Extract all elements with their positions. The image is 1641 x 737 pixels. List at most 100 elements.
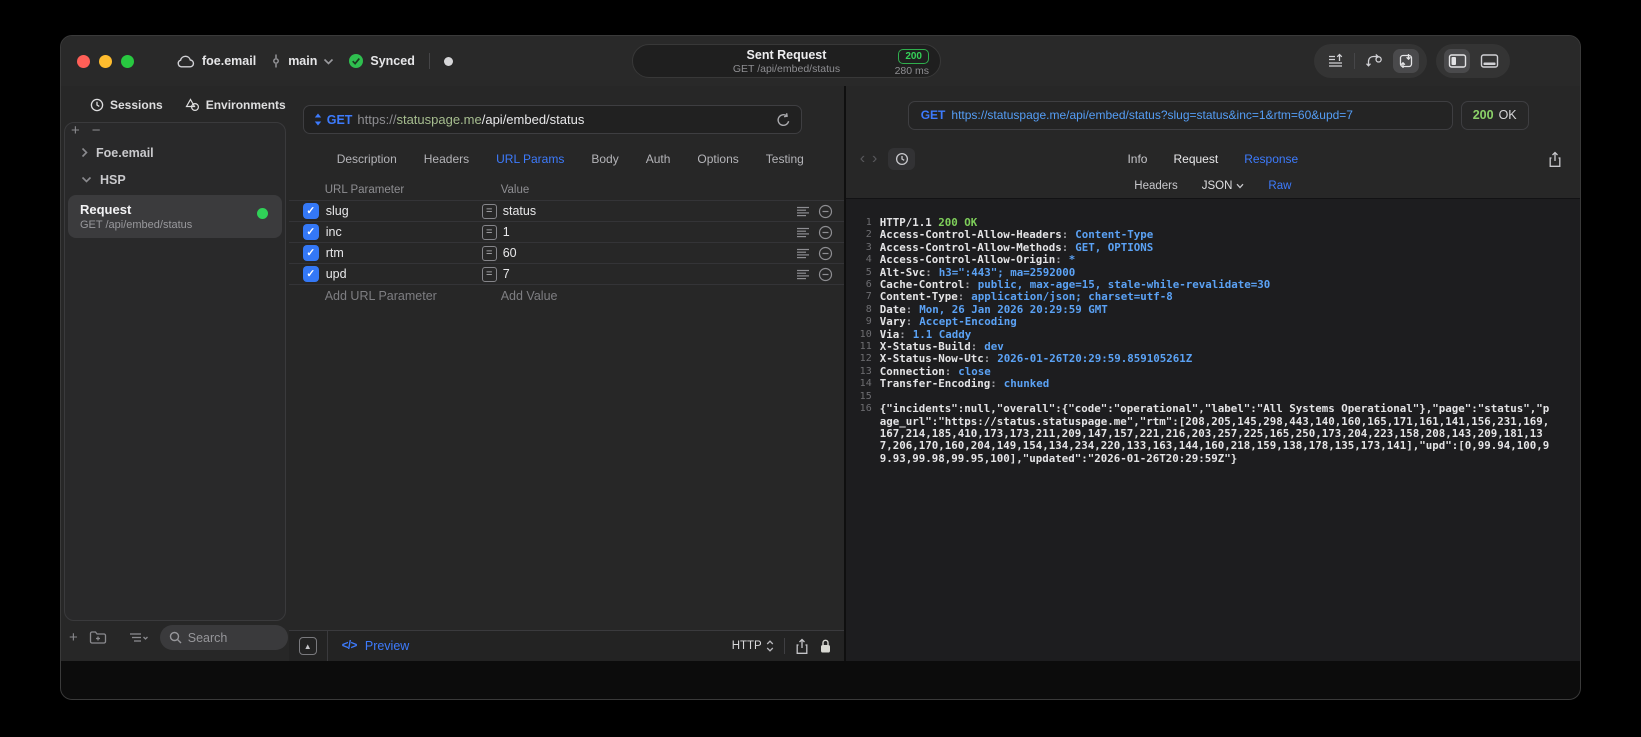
- tab-body[interactable]: Body: [591, 152, 618, 166]
- activity-pill[interactable]: Sent Request GET /api/embed/status 200 2…: [632, 44, 941, 78]
- tab-request[interactable]: Request: [1173, 152, 1218, 166]
- add-value[interactable]: Add Value: [501, 289, 558, 303]
- footer-divider: [326, 631, 328, 661]
- tree-item-foe-email[interactable]: Foe.email: [65, 139, 285, 166]
- add-url-parameter[interactable]: Add URL Parameter: [325, 289, 501, 303]
- zoom-window-button[interactable]: [121, 54, 134, 68]
- history-button[interactable]: [888, 148, 916, 170]
- toggle-bottom-panel-button[interactable]: [1476, 49, 1502, 73]
- header-name: X-Status-Build: [880, 340, 978, 353]
- param-name[interactable]: slug: [326, 204, 482, 218]
- param-checkbox[interactable]: ✓: [302, 224, 319, 240]
- send-queue-button[interactable]: [1322, 49, 1348, 73]
- tab-auth[interactable]: Auth: [646, 152, 671, 166]
- remove-item-button[interactable]: −: [92, 122, 101, 139]
- equals-icon[interactable]: =: [481, 245, 497, 261]
- sort-filter-button[interactable]: [129, 632, 149, 644]
- tab-options[interactable]: Options: [697, 152, 738, 166]
- sidebar-tabs: Sessions Environments: [64, 98, 286, 112]
- remove-param-icon[interactable]: [818, 225, 833, 240]
- sync-status[interactable]: Synced: [348, 53, 415, 69]
- request-url-bar[interactable]: GET https://statuspage.me/api/embed/stat…: [302, 105, 802, 134]
- param-value[interactable]: 60: [503, 246, 517, 260]
- equals-icon[interactable]: =: [481, 203, 497, 219]
- header-value: public, max-age=15, stale-while-revalida…: [977, 278, 1271, 292]
- reorder-icon[interactable]: [796, 248, 810, 259]
- reorder-icon[interactable]: [796, 227, 810, 238]
- protocol-select[interactable]: HTTP: [732, 640, 774, 652]
- tab-url-params[interactable]: URL Params: [496, 152, 564, 166]
- tab-description[interactable]: Description: [337, 152, 397, 166]
- export-response-button[interactable]: [1548, 151, 1562, 168]
- tab-response[interactable]: Response: [1244, 152, 1298, 166]
- remove-param-icon[interactable]: [818, 246, 833, 261]
- add-item-button[interactable]: +: [71, 122, 80, 139]
- sync-branches-button[interactable]: [1361, 49, 1387, 73]
- close-window-button[interactable]: [77, 54, 90, 68]
- tree-item-hsp[interactable]: HSP: [65, 166, 285, 193]
- equals-icon[interactable]: =: [481, 266, 497, 282]
- tab-environments[interactable]: Environments: [185, 98, 286, 112]
- branch-selector[interactable]: main: [270, 53, 334, 69]
- session-dot: [443, 56, 453, 66]
- param-checkbox[interactable]: ✓: [302, 245, 319, 261]
- equals-icon[interactable]: =: [481, 224, 497, 240]
- sidebar-search[interactable]: [159, 625, 288, 650]
- param-value[interactable]: 1: [503, 225, 510, 239]
- toggle-sidebar-button[interactable]: [1444, 49, 1470, 73]
- param-value[interactable]: 7: [503, 267, 510, 281]
- tab-headers[interactable]: Headers: [424, 152, 469, 166]
- param-checkbox[interactable]: ✓: [302, 203, 319, 219]
- sent-request-url[interactable]: GET https://statuspage.me/api/embed/stat…: [907, 100, 1453, 130]
- cloud-icon: [176, 54, 195, 68]
- response-method: GET: [920, 108, 946, 122]
- collapse-panel-button[interactable]: ▲: [298, 637, 317, 655]
- subtab-headers[interactable]: Headers: [1134, 180, 1177, 192]
- line-number: 6: [865, 279, 872, 291]
- back-button[interactable]: ‹: [860, 151, 865, 167]
- line-number: 12: [859, 353, 872, 365]
- clock-icon: [895, 152, 909, 166]
- response-raw-view[interactable]: 1 HTTP/1.1 200 OK 2 Access-Control-Allow-…: [845, 198, 1580, 661]
- header-name: Access-Control-Allow-Headers: [880, 228, 1069, 241]
- remove-param-icon[interactable]: [818, 204, 833, 219]
- header-value: GET, OPTIONS: [1075, 240, 1154, 254]
- param-name[interactable]: rtm: [326, 246, 482, 260]
- protocol-label: HTTP: [731, 640, 762, 652]
- remove-param-icon[interactable]: [818, 267, 833, 282]
- preview-button[interactable]: </> Preview: [342, 639, 410, 653]
- tab-testing[interactable]: Testing: [766, 152, 804, 166]
- tab-sessions-label: Sessions: [110, 98, 163, 112]
- tab-sessions[interactable]: Sessions: [90, 98, 163, 112]
- param-name[interactable]: upd: [326, 267, 482, 281]
- new-request-button[interactable]: +: [69, 629, 78, 646]
- method-stepper-icon[interactable]: [314, 113, 322, 126]
- forward-button[interactable]: ›: [872, 151, 877, 167]
- param-name[interactable]: inc: [326, 225, 482, 239]
- header-value: h3=":443"; ma=2592000: [938, 265, 1076, 279]
- header-name: X-Status-Now-Utc: [880, 352, 991, 365]
- response-header-line: 4 Access-Control-Allow-Origin *: [846, 253, 1580, 266]
- import-export-button[interactable]: [1393, 49, 1419, 73]
- param-value[interactable]: status: [503, 204, 536, 218]
- param-checkbox[interactable]: ✓: [302, 266, 319, 282]
- new-folder-button[interactable]: [89, 630, 107, 645]
- lock-icon[interactable]: [819, 638, 832, 654]
- minimize-window-button[interactable]: [99, 54, 112, 68]
- param-row-actions: [796, 225, 833, 240]
- reorder-icon[interactable]: [796, 269, 810, 280]
- response-header-line: 12 X-Status-Now-Utc 2026-01-26T20:29:59.85…: [846, 352, 1580, 365]
- project-switcher[interactable]: foe.email: [176, 54, 256, 68]
- request-url[interactable]: https://statuspage.me/api/embed/status: [357, 112, 584, 127]
- reorder-icon[interactable]: [796, 206, 810, 217]
- response-tabs-row: ‹ › Info Request Response: [846, 144, 1580, 174]
- tab-info[interactable]: Info: [1127, 152, 1147, 166]
- subtab-raw[interactable]: Raw: [1268, 180, 1291, 192]
- subtab-json[interactable]: JSON: [1202, 180, 1245, 192]
- search-input[interactable]: [187, 630, 288, 645]
- sidebar-request-item[interactable]: Request GET /api/embed/status: [68, 195, 282, 238]
- request-method[interactable]: GET: [327, 113, 353, 127]
- share-icon[interactable]: [795, 638, 809, 655]
- resend-request-button[interactable]: [776, 112, 791, 128]
- response-body-line: 16 {"incidents":null,"overall":{"code":"o…: [846, 402, 1580, 465]
